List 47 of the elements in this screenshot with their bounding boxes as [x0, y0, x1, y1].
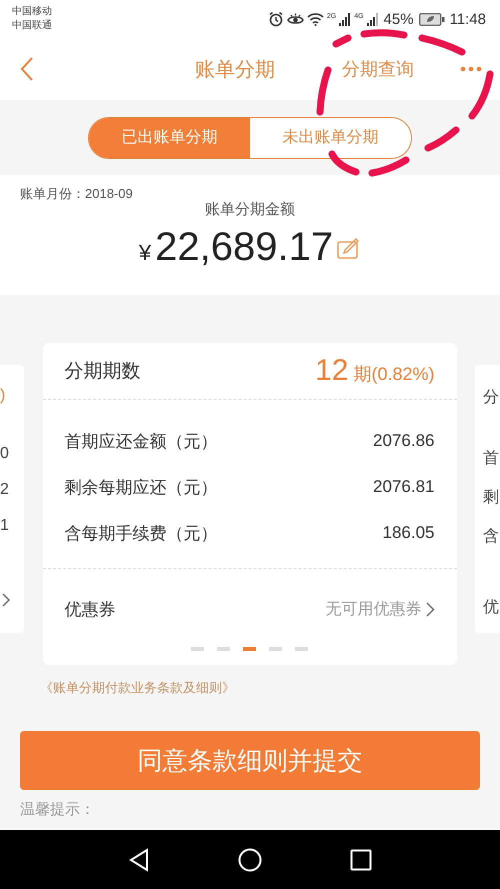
back-icon[interactable] — [128, 848, 150, 872]
row-value: 2076.81 — [373, 477, 434, 497]
clock-time: 11:48 — [450, 10, 486, 28]
alarm-icon — [268, 11, 284, 27]
card-text: 1 — [0, 517, 9, 535]
row-value: 2076.86 — [373, 431, 434, 451]
segment-tab[interactable]: 未出账单分期 — [250, 118, 411, 158]
term-value: 12 期(0.82%) — [315, 354, 434, 388]
eye-icon — [286, 12, 304, 26]
card-text: 剩 — [483, 488, 499, 508]
page-title: 账单分期 — [195, 58, 275, 82]
wifi-icon — [306, 12, 324, 26]
coupon-row[interactable]: 优惠券 无可用优惠券 — [64, 569, 434, 649]
coupon-label: 优惠券 — [64, 598, 116, 620]
battery-icon — [418, 12, 445, 26]
terms-link[interactable]: 《账单分期付款业务条款及细则》 — [40, 679, 500, 697]
home-icon[interactable] — [238, 848, 262, 872]
chevron-icon — [426, 602, 434, 616]
tip-label: 温馨提示： — [20, 800, 95, 819]
term-label: 分期期数 — [64, 360, 140, 384]
card-text: 含 — [483, 527, 499, 547]
installment-query-link[interactable]: 分期查询 — [342, 57, 414, 81]
row-label: 剩余每期应还（元） — [64, 476, 218, 498]
currency-symbol: ¥ — [138, 240, 152, 266]
row-value: 186.05 — [382, 523, 434, 543]
submit-button[interactable]: 同意条款细则并提交 — [20, 731, 480, 790]
signal-icon — [366, 12, 379, 26]
chevron-icon — [2, 593, 10, 607]
row-label: 含每期手续费（元） — [64, 522, 218, 544]
bill-month: 账单月份：2018-09 — [20, 185, 133, 203]
segment-tab[interactable]: 已出账单分期 — [89, 118, 250, 158]
card-text: 2 — [0, 481, 9, 499]
carrier-name: 中国联通 — [12, 19, 52, 33]
card-text: 首 — [483, 449, 499, 469]
card-text: ) — [0, 387, 6, 405]
signal-icon — [339, 12, 352, 26]
card-text: 0 — [0, 445, 9, 463]
more-icon[interactable] — [460, 66, 482, 72]
carrier-name: 中国移动 — [12, 5, 52, 19]
coupon-value: 无可用优惠券 — [326, 600, 422, 620]
card-text: 优 — [483, 598, 499, 618]
row-label: 首期应还金额（元） — [64, 430, 218, 452]
amount-label: 账单分期金额 — [205, 200, 295, 219]
recents-icon[interactable] — [350, 848, 372, 870]
card-text: 分 — [483, 388, 499, 408]
amount-value: 22,689.17 — [155, 225, 334, 270]
battery-percent: 45% — [384, 10, 414, 28]
